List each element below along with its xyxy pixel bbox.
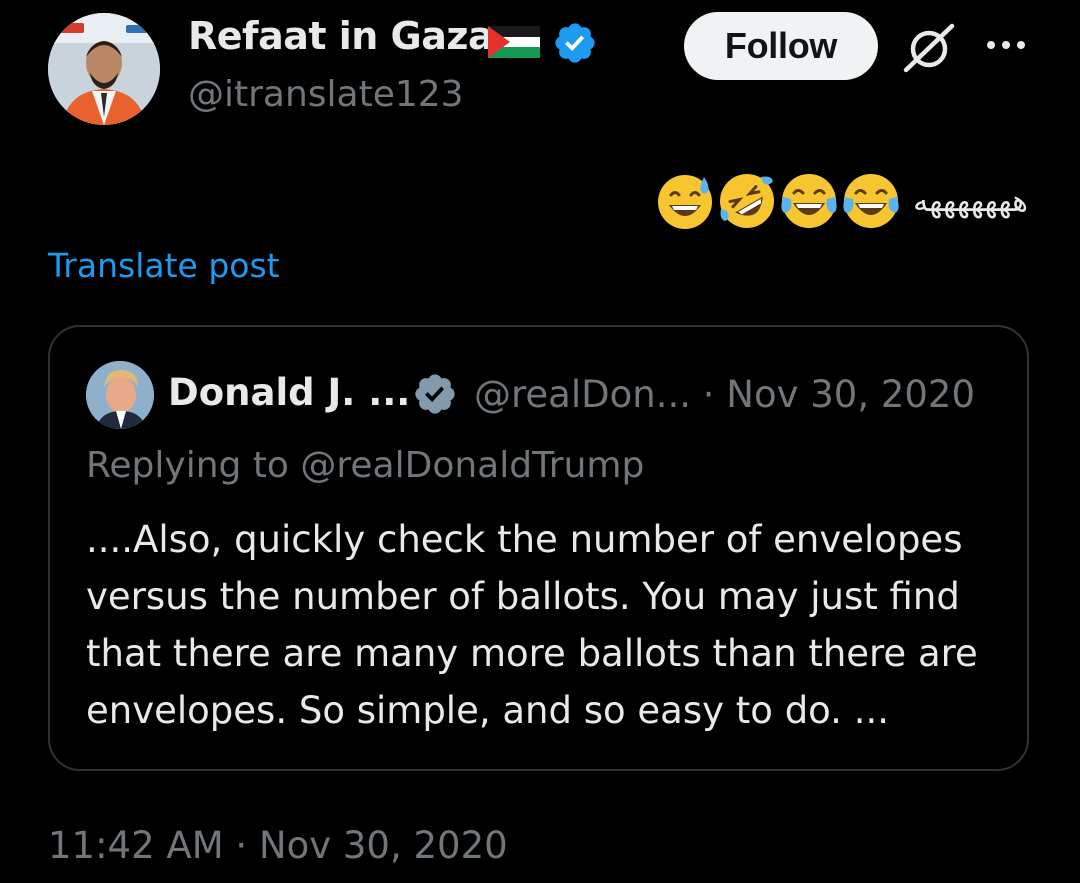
post-arabic-text: هههههههه: [913, 183, 1028, 219]
gray-verified-badge-icon: [415, 374, 455, 414]
post-text: هههههههه: [655, 168, 1028, 234]
grinning-sweat-emoji-icon: [658, 175, 713, 229]
palestine-flag-icon: [488, 26, 540, 58]
more-options-icon[interactable]: [984, 30, 1028, 60]
quoted-handle-date: @realDon... · Nov 30, 2020: [474, 373, 975, 416]
tears-of-joy-emoji-icon: [843, 174, 899, 228]
replying-to-text: Replying to @realDonaldTrump: [86, 445, 645, 486]
tweet-page: Refaat in Gaza @itranslate123 Follow ههه…: [0, 0, 1080, 883]
quoted-author-avatar-image: [86, 361, 154, 429]
quoted-tweet-card[interactable]: Donald J. ... @realDon... · Nov 30, 2020…: [48, 325, 1029, 771]
tears-of-joy-emoji-icon: [781, 174, 837, 228]
grok-icon[interactable]: [902, 20, 956, 74]
author-name[interactable]: Refaat in Gaza: [188, 14, 494, 58]
author-avatar-image: [48, 13, 160, 125]
quoted-author-name[interactable]: Donald J. ...: [168, 371, 410, 414]
quoted-tweet-text: ....Also, quickly check the number of en…: [86, 518, 978, 732]
author-avatar[interactable]: [48, 13, 160, 125]
follow-button[interactable]: Follow: [684, 12, 878, 80]
quoted-author-avatar[interactable]: [86, 361, 154, 429]
emoji-group: [655, 171, 901, 231]
verified-badge-icon: [555, 23, 595, 63]
post-timestamp[interactable]: 11:42 AM · Nov 30, 2020: [48, 824, 508, 867]
author-handle[interactable]: @itranslate123: [188, 74, 464, 115]
translate-post-link[interactable]: Translate post: [48, 246, 280, 285]
rolling-laughing-emoji-icon: [720, 174, 775, 228]
